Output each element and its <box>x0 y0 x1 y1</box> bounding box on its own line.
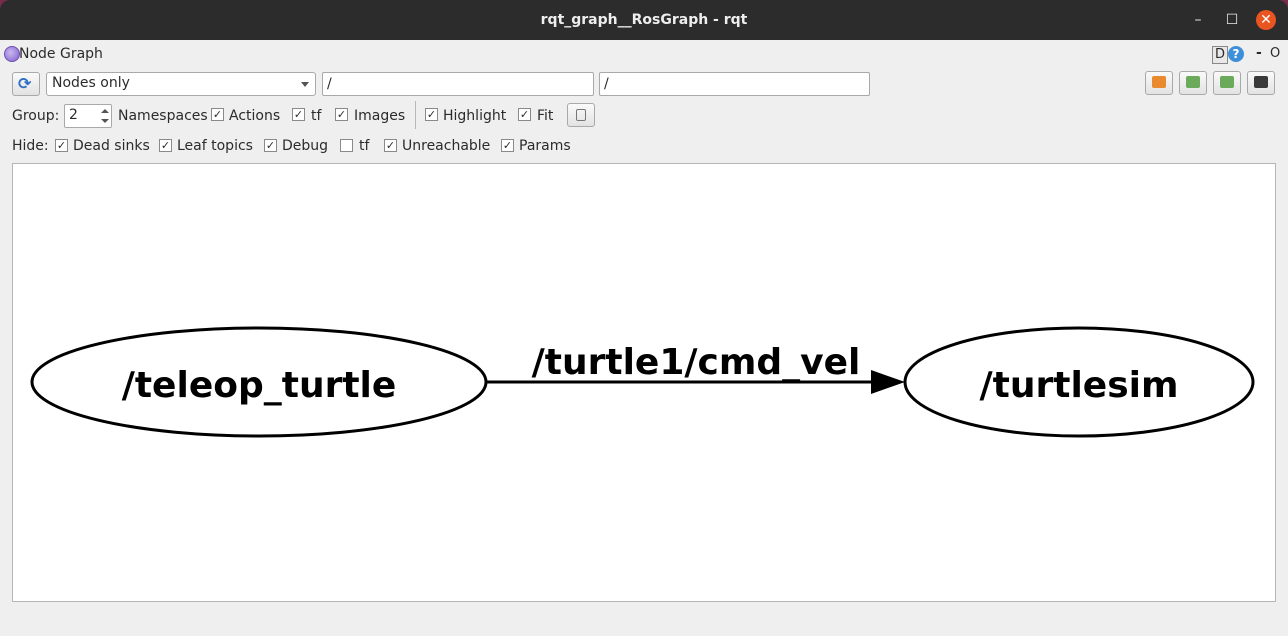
fit-label: Fit <box>537 108 554 124</box>
plugin-icon <box>4 46 20 62</box>
node-filter-field[interactable] <box>322 72 594 96</box>
tf-checkbox[interactable]: ✓ <box>335 108 348 121</box>
node-label: /turtlesim <box>980 365 1179 406</box>
params-label: Params <box>519 138 571 154</box>
highlight-checkbox[interactable]: ✓ <box>425 108 438 121</box>
dead-sinks-label: Dead sinks <box>73 138 150 154</box>
hide-label: Hide: <box>12 138 49 154</box>
graph-mode-select[interactable]: Nodes only <box>46 72 316 96</box>
leaf-topics-label: Leaf topics <box>177 138 253 154</box>
dock-minimize-button[interactable]: - <box>1256 45 1262 61</box>
namespaces-label: Namespaces <box>118 108 208 124</box>
save-image-button[interactable] <box>1247 71 1275 95</box>
save-dot-icon <box>1186 76 1200 88</box>
save-svg-button[interactable] <box>1213 71 1241 95</box>
actions-checkbox[interactable]: ✓ <box>292 108 305 121</box>
dock-d-button[interactable]: D <box>1212 46 1228 64</box>
fit-checkbox[interactable]: ✓ <box>518 108 531 121</box>
group-spinbox[interactable]: 2 <box>64 104 112 128</box>
save-dot-button[interactable] <box>1179 71 1207 95</box>
fit-view-button[interactable] <box>567 103 595 127</box>
actions-label: Actions <box>229 108 281 124</box>
images-label: Images <box>354 108 406 124</box>
load-dot-button[interactable] <box>1145 71 1173 95</box>
topic-filter-input[interactable] <box>600 73 869 95</box>
spin-down-icon[interactable] <box>101 119 109 123</box>
minimize-icon[interactable]: – <box>1188 10 1208 30</box>
hide-tf-label: tf <box>359 138 370 154</box>
graph-svg: /teleop_turtle /turtlesim /turtle1/cmd_v… <box>30 326 1255 438</box>
main-window: Node Graph D ? - O ⟳ Nodes only Group: 2… <box>0 40 1288 636</box>
debug-checkbox[interactable]: ✓ <box>264 139 277 152</box>
unreachable-label: Unreachable <box>402 138 491 154</box>
hide-tf-checkbox[interactable] <box>340 139 353 152</box>
node-filter-input[interactable] <box>323 73 593 95</box>
topic-filter-field[interactable] <box>599 72 870 96</box>
edge-label: /turtle1/cmd_vel <box>532 342 861 383</box>
spin-up-icon[interactable] <box>101 109 109 113</box>
namespaces-checkbox[interactable]: ✓ <box>211 108 224 121</box>
close-icon[interactable]: ✕ <box>1256 10 1276 30</box>
unreachable-checkbox[interactable]: ✓ <box>384 139 397 152</box>
leaf-topics-checkbox[interactable]: ✓ <box>159 139 172 152</box>
help-icon[interactable]: ? <box>1228 46 1244 62</box>
tf-label: tf <box>311 108 322 124</box>
graph-node[interactable]: /turtlesim <box>903 326 1255 438</box>
options-separator <box>415 101 416 129</box>
window-titlebar: rqt_graph__RosGraph - rqt – ☐ ✕ <box>0 0 1288 40</box>
refresh-button[interactable]: ⟳ <box>12 72 40 96</box>
dock-close-button[interactable]: O <box>1270 46 1280 61</box>
window-title: rqt_graph__RosGraph - rqt <box>540 12 748 28</box>
dead-sinks-checkbox[interactable]: ✓ <box>55 139 68 152</box>
graph-mode-value: Nodes only <box>52 75 130 91</box>
maximize-icon[interactable]: ☐ <box>1222 10 1242 30</box>
debug-label: Debug <box>282 138 329 154</box>
group-label: Group: <box>12 108 60 124</box>
graph-node[interactable]: /teleop_turtle <box>30 326 488 438</box>
node-label: /teleop_turtle <box>122 365 397 406</box>
folder-icon <box>1152 76 1166 88</box>
group-value: 2 <box>69 107 78 123</box>
highlight-label: Highlight <box>443 108 507 124</box>
params-checkbox[interactable]: ✓ <box>501 139 514 152</box>
screen-icon <box>1254 76 1268 88</box>
graph-edge[interactable]: /turtle1/cmd_vel <box>487 342 905 394</box>
save-svg-icon <box>1220 76 1234 88</box>
arrowhead-icon <box>871 370 905 394</box>
refresh-icon: ⟳ <box>18 74 32 93</box>
graph-canvas[interactable]: /teleop_turtle /turtlesim /turtle1/cmd_v… <box>12 163 1276 602</box>
chevron-down-icon <box>301 82 309 87</box>
plugin-title: Node Graph <box>19 46 103 62</box>
fit-icon <box>576 109 586 121</box>
